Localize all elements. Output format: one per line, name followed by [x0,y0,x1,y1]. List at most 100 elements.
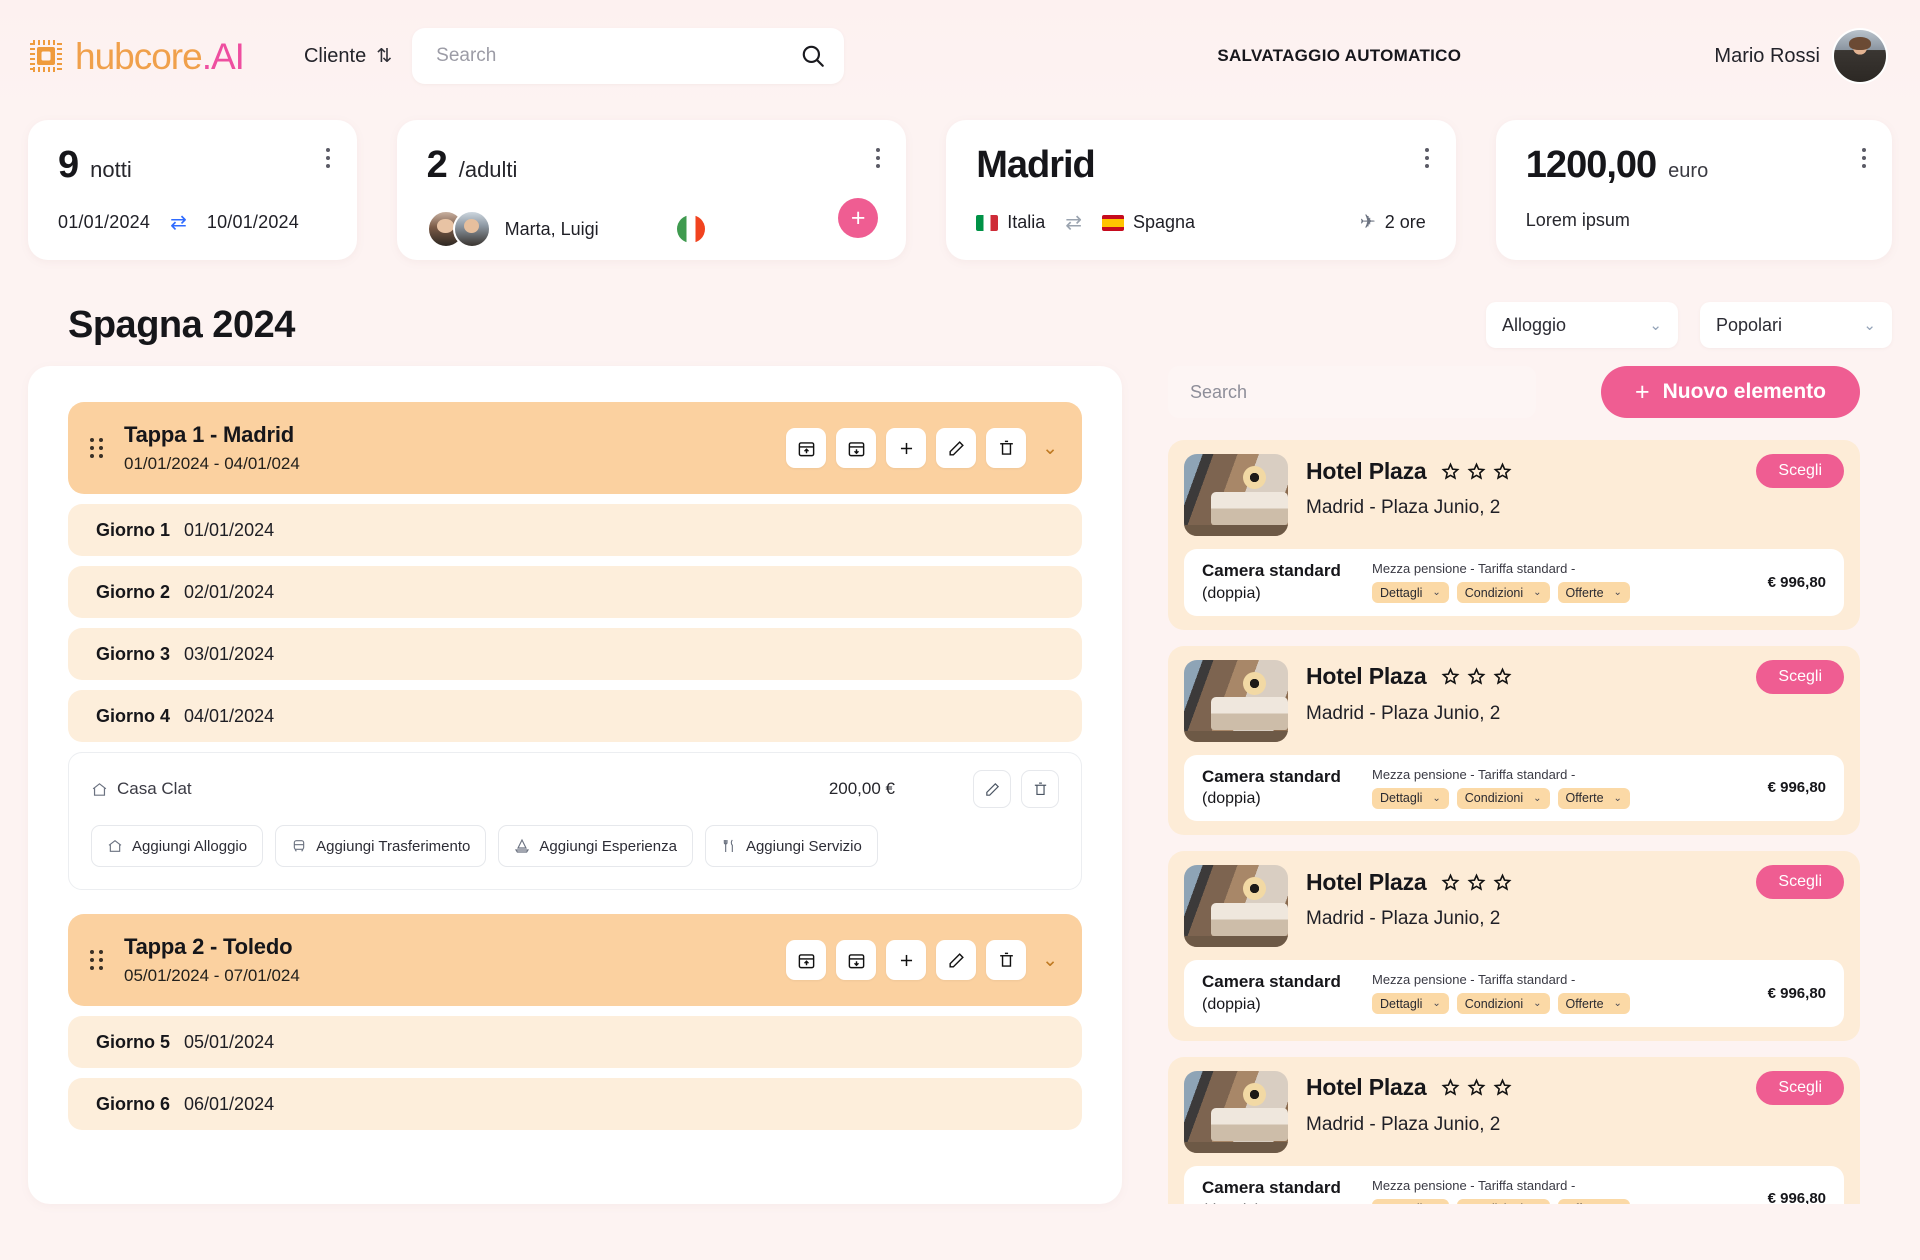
sort-updown-icon[interactable]: ⇅ [376,45,392,68]
filter-popolari-label: Popolari [1716,314,1783,335]
add-esperienza-button[interactable]: Aggiungi Esperienza [498,825,693,867]
room-pills: Dettagli⌄ Condizioni⌄ Offerte⌄ [1372,787,1750,809]
pill-condizioni[interactable]: Condizioni⌄ [1456,1198,1550,1204]
search-input[interactable] [436,45,801,67]
pill-dettagli[interactable]: Dettagli⌄ [1372,993,1449,1015]
stage-dates: 05/01/2024 - 07/01/024 [124,966,300,985]
stage-header[interactable]: Tappa 1 - Madrid 01/01/2024 - 04/01/024 [68,402,1082,494]
stage-header[interactable]: Tappa 2 - Toledo 05/01/2024 - 07/01/024 [68,914,1082,1006]
price-value: 1200,00 [1525,144,1657,186]
pill-condizioni[interactable]: Condizioni⌄ [1456,582,1550,604]
chevron-down-icon: ⌄ [1863,317,1876,334]
choose-button[interactable]: Scegli [1756,454,1844,488]
pill-offerte[interactable]: Offerte⌄ [1557,787,1630,809]
star-icon [1441,667,1460,685]
kebab-menu-icon[interactable] [1861,148,1866,168]
day-row[interactable]: Giorno 6 06/01/2024 [68,1078,1082,1130]
day-row[interactable]: Giorno 2 02/01/2024 [68,566,1082,618]
kebab-menu-icon[interactable] [1425,148,1430,168]
star-icon [1493,872,1512,891]
chevron-down-icon[interactable]: ⌄ [1042,949,1058,972]
avatar [452,210,491,248]
destination-card: Madrid Italia ⇄ Spagna ✈ 2 ore [946,120,1456,260]
pill-condizioni[interactable]: Condizioni⌄ [1456,787,1550,809]
pill-dettagli[interactable]: Dettagli⌄ [1372,1198,1449,1204]
day-row[interactable]: Giorno 5 05/01/2024 [68,1016,1082,1068]
main-content: Tappa 1 - Madrid 01/01/2024 - 04/01/024 [0,366,1920,1204]
star-rating [1441,1078,1512,1097]
kebab-menu-icon[interactable] [326,148,331,168]
pill-offerte[interactable]: Offerte⌄ [1557,1198,1630,1204]
add-icon-button[interactable] [886,940,927,980]
search-icon[interactable] [800,43,826,69]
user-menu[interactable]: Mario Rossi [1714,30,1886,82]
star-rating [1441,667,1512,686]
day-row[interactable]: Giorno 3 03/01/2024 [68,628,1082,680]
day-label: Giorno 2 [96,581,171,602]
day-date: 06/01/2024 [184,1093,275,1114]
room-name-wrap: Camera standard (doppia) [1202,971,1354,1016]
edit-icon-button[interactable] [936,940,977,980]
room-board: Mezza pensione - Tariffa standard - [1372,561,1576,577]
hotel-thumbnail [1184,865,1288,948]
client-selector[interactable]: Cliente ⇅ [304,45,392,68]
edit-icon-button[interactable] [936,428,977,468]
kebab-menu-icon[interactable] [875,148,880,168]
pill-dettagli[interactable]: Dettagli⌄ [1372,787,1449,809]
room-type: (doppia) [1202,996,1261,1013]
pill-offerte[interactable]: Offerte⌄ [1557,993,1630,1015]
add-servizio-button[interactable]: Aggiungi Servizio [704,825,878,867]
catalog-search[interactable] [1168,366,1536,418]
global-search[interactable] [412,28,845,84]
date-from: 01/01/2024 [58,212,151,232]
choose-button[interactable]: Scegli [1756,865,1844,900]
avatar[interactable] [1834,30,1886,82]
filter-alloggio[interactable]: Alloggio ⌄ [1486,302,1678,348]
flag-spain-icon [1101,214,1124,231]
pill-condizioni[interactable]: Condizioni⌄ [1456,993,1550,1015]
hotel-thumbnail [1184,659,1288,742]
day-row[interactable]: Giorno 4 04/01/2024 [68,690,1082,742]
room-price: € 996,80 [1767,573,1826,591]
day-row[interactable]: Giorno 1 01/01/2024 [68,504,1082,556]
room-board: Mezza pensione - Tariffa standard - [1372,766,1576,782]
logo-suffix: .AI [201,35,245,77]
room-row: Camera standard (doppia) Mezza pensione … [1184,960,1844,1027]
calendar-arrow-up-icon-button[interactable] [786,940,827,980]
room-pills: Dettagli⌄ Condizioni⌄ Offerte⌄ [1372,1198,1750,1204]
add-icon-button[interactable] [886,428,927,468]
room-price: € 996,80 [1767,1190,1826,1204]
trash-icon-button[interactable] [986,428,1027,468]
catalog-toolbar: + Nuovo elemento [1168,366,1860,418]
edit-icon-button[interactable] [973,770,1011,808]
calendar-arrow-down-icon-button[interactable] [836,940,877,980]
pill-dettagli[interactable]: Dettagli⌄ [1372,582,1449,604]
calendar-arrow-up-icon-button[interactable] [786,428,827,468]
cutlery-icon [723,839,733,852]
trash-icon-button[interactable] [986,940,1027,980]
calendar-arrow-down-icon-button[interactable] [836,428,877,468]
star-icon [1441,461,1460,480]
choose-button[interactable]: Scegli [1756,1070,1844,1105]
stage-title: Tappa 1 - Madrid [124,422,294,447]
chevron-down-icon[interactable]: ⌄ [1042,437,1058,460]
room-name: Camera standard [1202,972,1341,992]
stage-dates: 01/01/2024 - 04/01/024 [124,454,300,473]
filter-popolari[interactable]: Popolari ⌄ [1700,302,1892,348]
pill-offerte[interactable]: Offerte⌄ [1557,582,1630,604]
add-esperienza-label: Aggiungi Esperienza [539,837,677,855]
add-guest-button[interactable]: + [838,198,879,238]
drag-handle-icon[interactable] [90,438,106,458]
add-alloggio-button[interactable]: Aggiungi Alloggio [91,825,264,867]
choose-button[interactable]: Scegli [1756,659,1844,694]
drag-handle-icon[interactable] [90,950,106,970]
room-board: Mezza pensione - Tariffa standard - [1372,1177,1576,1193]
add-trasferimento-button[interactable]: Aggiungi Trasferimento [275,825,487,867]
swap-arrows-icon: ⇄ [1065,212,1082,234]
chip-icon [30,40,62,72]
trash-icon-button[interactable] [1021,770,1059,808]
hotel-name: Hotel Plaza [1306,868,1427,895]
new-element-button[interactable]: + Nuovo elemento [1601,366,1860,418]
catalog-search-input[interactable] [1190,381,1514,403]
app-logo[interactable]: hubcore.AI [26,35,245,77]
